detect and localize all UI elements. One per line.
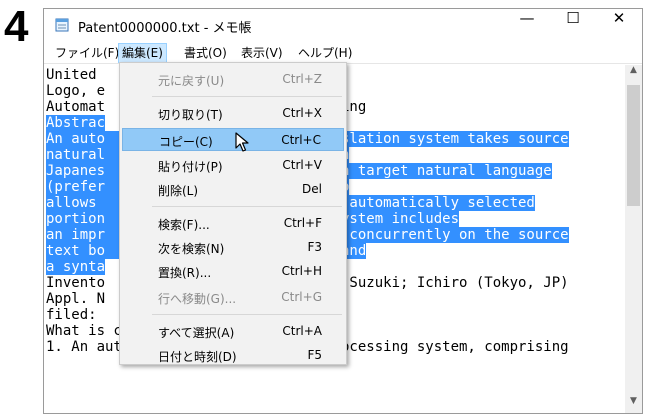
text-line: Appl. N xyxy=(46,291,106,307)
menu-view[interactable]: 表示(V) xyxy=(238,44,286,62)
menu-item-goto[interactable]: 行へ移動(G)... Ctrl+G xyxy=(122,286,344,309)
step-number: 4 xyxy=(4,2,29,51)
menu-item-undo[interactable]: 元に戻す(U) Ctrl+Z xyxy=(122,68,344,91)
menu-edit[interactable]: 編集(E) xyxy=(118,43,167,63)
mouse-pointer-icon xyxy=(235,132,249,152)
chevron-up-icon[interactable]: ▲ xyxy=(625,65,642,82)
maximize-button[interactable]: ☐ xyxy=(550,9,596,41)
menu-item-select-all[interactable]: すべて選択(A) Ctrl+A xyxy=(122,320,344,343)
menu-help[interactable]: ヘルプ(H) xyxy=(295,44,355,62)
text-line: filed: xyxy=(46,307,97,323)
menu-item-delete[interactable]: 削除(L) Del xyxy=(122,178,344,201)
menu-item-paste[interactable]: 貼り付け(P) Ctrl+V xyxy=(122,154,344,177)
menu-item-copy[interactable]: コピー(C) Ctrl+C xyxy=(122,128,344,151)
menu-item-datetime[interactable]: 日付と時刻(D) F5 xyxy=(122,344,344,367)
menu-separator xyxy=(152,314,342,315)
menu-item-cut[interactable]: 切り取り(T) Ctrl+X xyxy=(122,102,344,125)
menu-bar: ファイル(F) 編集(E) 書式(O) 表示(V) ヘルプ(H) xyxy=(44,41,642,64)
notepad-icon xyxy=(55,18,69,32)
menu-item-find[interactable]: 検索(F)... Ctrl+F xyxy=(122,212,344,235)
chevron-down-icon[interactable]: ▼ xyxy=(625,396,642,413)
menu-separator xyxy=(152,206,342,207)
text-line: United xyxy=(46,67,97,83)
selected-text-line: Abstrac xyxy=(46,115,106,131)
vertical-scrollbar[interactable]: ▲ ▼ xyxy=(625,65,642,413)
title-bar: Patent0000000.txt - メモ帳 — ☐ ✕ xyxy=(44,9,642,41)
menu-file[interactable]: ファイル(F) xyxy=(52,44,122,62)
window-title: Patent0000000.txt - メモ帳 xyxy=(78,21,252,36)
scrollbar-thumb[interactable] xyxy=(627,85,640,206)
menu-format[interactable]: 書式(O) xyxy=(181,44,230,62)
menu-item-replace[interactable]: 置換(R)... Ctrl+H xyxy=(122,260,344,283)
menu-item-find-next[interactable]: 次を検索(N) F3 xyxy=(122,236,344,259)
edit-menu-dropdown: 元に戻す(U) Ctrl+Z 切り取り(T) Ctrl+X コピー(C) Ctr… xyxy=(119,62,347,365)
close-button[interactable]: ✕ xyxy=(596,9,642,41)
menu-separator xyxy=(152,96,342,97)
minimize-button[interactable]: — xyxy=(504,9,550,41)
selected-text-line: a synta xyxy=(46,259,106,275)
text-line: Logo, e xyxy=(46,83,106,99)
